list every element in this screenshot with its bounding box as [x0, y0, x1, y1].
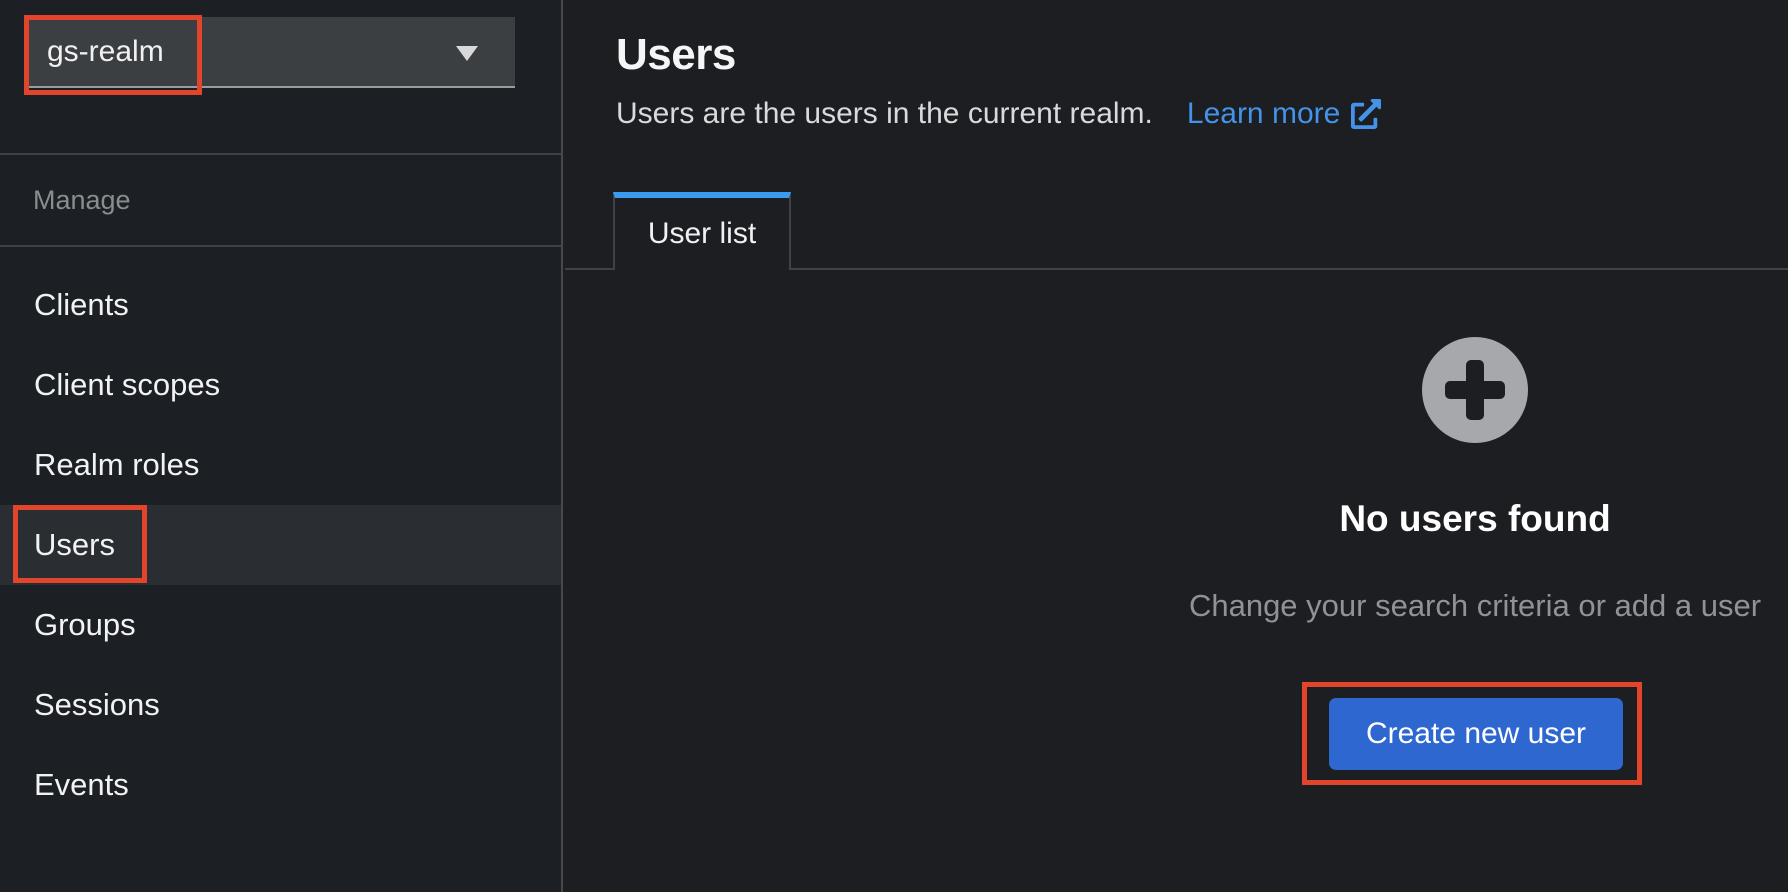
empty-state-description: Change your search criteria or add a use… [1090, 588, 1788, 624]
sidebar-nav: Clients Client scopes Realm roles Users … [0, 265, 561, 825]
sidebar: gs-realm Manage Clients Client scopes Re… [0, 0, 563, 892]
sidebar-item-sessions[interactable]: Sessions [0, 665, 561, 745]
sidebar-item-client-scopes[interactable]: Client scopes [0, 345, 561, 425]
tab-user-list-label: User list [648, 217, 756, 251]
caret-down-icon [456, 46, 478, 61]
empty-state-title: No users found [1125, 498, 1788, 540]
sidebar-item-realm-roles[interactable]: Realm roles [0, 425, 561, 505]
learn-more-label: Learn more [1187, 92, 1340, 136]
page-description: Users are the users in the current realm… [616, 92, 1153, 136]
realm-selector-value: gs-realm [47, 35, 164, 69]
nav-section-label: Manage [33, 185, 131, 216]
nav-section-manage: Manage [0, 153, 561, 247]
page-title: Users [616, 28, 736, 82]
realm-selector[interactable]: gs-realm [28, 17, 515, 88]
tab-user-list[interactable]: User list [613, 192, 791, 270]
app-window: gs-realm Manage Clients Client scopes Re… [0, 0, 1788, 892]
sidebar-item-events[interactable]: Events [0, 745, 561, 825]
sidebar-item-users[interactable]: Users [0, 505, 561, 585]
create-new-user-button[interactable]: Create new user [1329, 698, 1623, 770]
page-description-row: Users are the users in the current realm… [616, 92, 1381, 136]
sidebar-item-groups[interactable]: Groups [0, 585, 561, 665]
learn-more-link[interactable]: Learn more [1187, 92, 1381, 136]
external-link-icon [1351, 99, 1381, 129]
plus-circle-icon [1422, 337, 1528, 443]
main-content: Users Users are the users in the current… [565, 0, 1788, 892]
sidebar-item-clients[interactable]: Clients [0, 265, 561, 345]
